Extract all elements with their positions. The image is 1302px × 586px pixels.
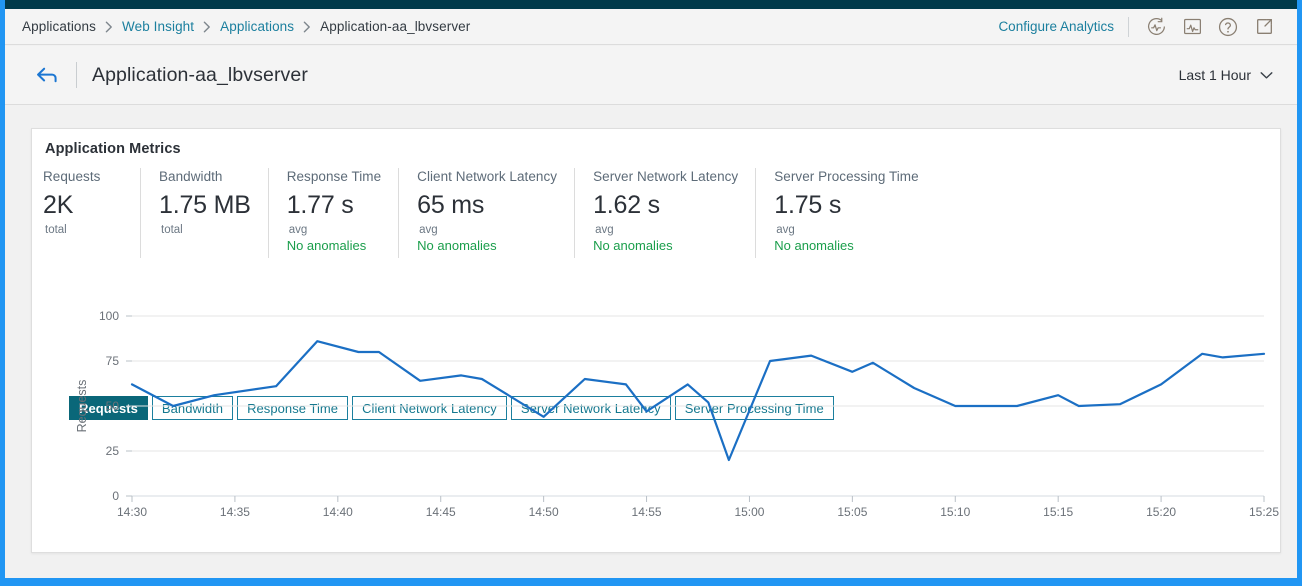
metric-tile: Response Time 1.77 s avg No anomalies bbox=[267, 168, 398, 258]
svg-text:14:45: 14:45 bbox=[426, 505, 456, 519]
svg-text:75: 75 bbox=[106, 354, 120, 368]
svg-text:15:20: 15:20 bbox=[1146, 505, 1176, 519]
analytics-refresh-icon[interactable] bbox=[1141, 12, 1171, 42]
metric-value: 1.62 s bbox=[593, 191, 660, 219]
metric-anomaly-status: No anomalies bbox=[286, 238, 367, 253]
back-arrow-icon[interactable] bbox=[32, 60, 62, 90]
metric-anomaly-status: No anomalies bbox=[774, 238, 854, 253]
metric-unit: total bbox=[45, 224, 67, 236]
chart-box-icon[interactable] bbox=[1177, 12, 1207, 42]
metric-unit: avg bbox=[288, 224, 308, 236]
breadcrumb-separator-icon bbox=[303, 21, 311, 33]
breadcrumb-separator-icon bbox=[203, 21, 211, 33]
help-icon[interactable] bbox=[1213, 12, 1243, 42]
configure-analytics-link[interactable]: Configure Analytics bbox=[998, 19, 1114, 34]
page-title: Application-aa_lbvserver bbox=[92, 63, 308, 86]
metric-label: Server Processing Time bbox=[774, 169, 919, 184]
metric-unit: avg bbox=[419, 224, 438, 236]
metric-value: 1.77 s bbox=[286, 191, 354, 219]
svg-text:100: 100 bbox=[99, 309, 119, 323]
app-top-bar bbox=[5, 0, 1297, 9]
metric-value: 1.75 MB bbox=[159, 191, 251, 219]
svg-text:15:05: 15:05 bbox=[837, 505, 867, 519]
breadcrumb-separator-icon bbox=[105, 21, 113, 33]
metric-value: 2K bbox=[43, 191, 74, 219]
metric-unit: total bbox=[161, 224, 183, 236]
svg-text:0: 0 bbox=[112, 489, 119, 503]
breadcrumb: Applications Web Insight Applications Appli… bbox=[5, 19, 470, 34]
metric-unit: avg bbox=[776, 224, 795, 236]
svg-text:14:50: 14:50 bbox=[529, 505, 559, 519]
chart-canvas: 0 25 50 75 100 14:30 14:35 14:40 14:45 14:50 14:55… bbox=[75, 309, 1279, 519]
svg-text:15:00: 15:00 bbox=[734, 505, 764, 519]
metric-tiles: Requests 2K total Bandwidth 1.75 MB total Resp… bbox=[43, 168, 936, 258]
breadcrumb-item-0: Applications bbox=[22, 19, 96, 34]
breadcrumb-bar: Applications Web Insight Applications Appli… bbox=[5, 9, 1297, 45]
svg-text:50: 50 bbox=[106, 399, 120, 413]
svg-text:14:35: 14:35 bbox=[220, 505, 250, 519]
metric-tile: Requests 2K total bbox=[43, 168, 140, 258]
external-link-icon[interactable] bbox=[1249, 12, 1279, 42]
time-range-selector[interactable]: Last 1 Hour bbox=[1179, 67, 1273, 83]
y-axis-title: Requests bbox=[75, 380, 89, 433]
metric-label: Server Network Latency bbox=[593, 169, 739, 184]
metric-tile: Client Network Latency 65 ms avg No anomali… bbox=[398, 168, 574, 258]
svg-text:15:15: 15:15 bbox=[1043, 505, 1073, 519]
metric-value: 1.75 s bbox=[774, 191, 842, 219]
card-title: Application Metrics bbox=[45, 141, 181, 157]
metric-anomaly-status: No anomalies bbox=[417, 238, 497, 253]
svg-text:14:55: 14:55 bbox=[632, 505, 662, 519]
metric-label: Bandwidth bbox=[159, 169, 223, 184]
header-divider bbox=[1128, 16, 1129, 37]
metric-tile: Server Processing Time 1.75 s avg No anomal… bbox=[755, 168, 935, 258]
svg-text:15:10: 15:10 bbox=[940, 505, 970, 519]
svg-text:25: 25 bbox=[106, 444, 120, 458]
metric-unit: avg bbox=[595, 224, 614, 236]
header-actions: Configure Analytics bbox=[998, 12, 1297, 42]
application-metrics-card: Application Metrics Requests 2K total Bandw… bbox=[31, 128, 1281, 553]
svg-text:14:30: 14:30 bbox=[117, 505, 147, 519]
requests-line-chart: 0 25 50 75 100 14:30 14:35 14:40 14:45 14:50 14:55… bbox=[32, 301, 1282, 554]
metric-label: Requests bbox=[43, 169, 101, 184]
breadcrumb-item-1[interactable]: Web Insight bbox=[122, 19, 194, 34]
time-range-label: Last 1 Hour bbox=[1178, 67, 1251, 83]
page-title-bar: Application-aa_lbvserver Last 1 Hour bbox=[5, 46, 1297, 105]
svg-text:14:40: 14:40 bbox=[323, 505, 353, 519]
metric-anomaly-status: No anomalies bbox=[593, 238, 673, 253]
breadcrumb-item-2[interactable]: Applications bbox=[220, 19, 294, 34]
svg-text:15:25: 15:25 bbox=[1249, 505, 1279, 519]
title-divider bbox=[76, 62, 77, 88]
metric-tile: Bandwidth 1.75 MB total bbox=[140, 168, 268, 258]
chart-series-line bbox=[130, 340, 1266, 462]
browser-frame: Applications Web Insight Applications Appli… bbox=[5, 0, 1297, 578]
metric-label: Client Network Latency bbox=[417, 169, 558, 184]
metric-label: Response Time bbox=[286, 169, 382, 184]
metric-value: 65 ms bbox=[417, 191, 485, 219]
metric-tile: Server Network Latency 1.62 s avg No anomal… bbox=[574, 168, 755, 258]
chevron-down-icon bbox=[1260, 67, 1273, 83]
breadcrumb-item-3: Application-aa_lbvserver bbox=[320, 19, 471, 34]
